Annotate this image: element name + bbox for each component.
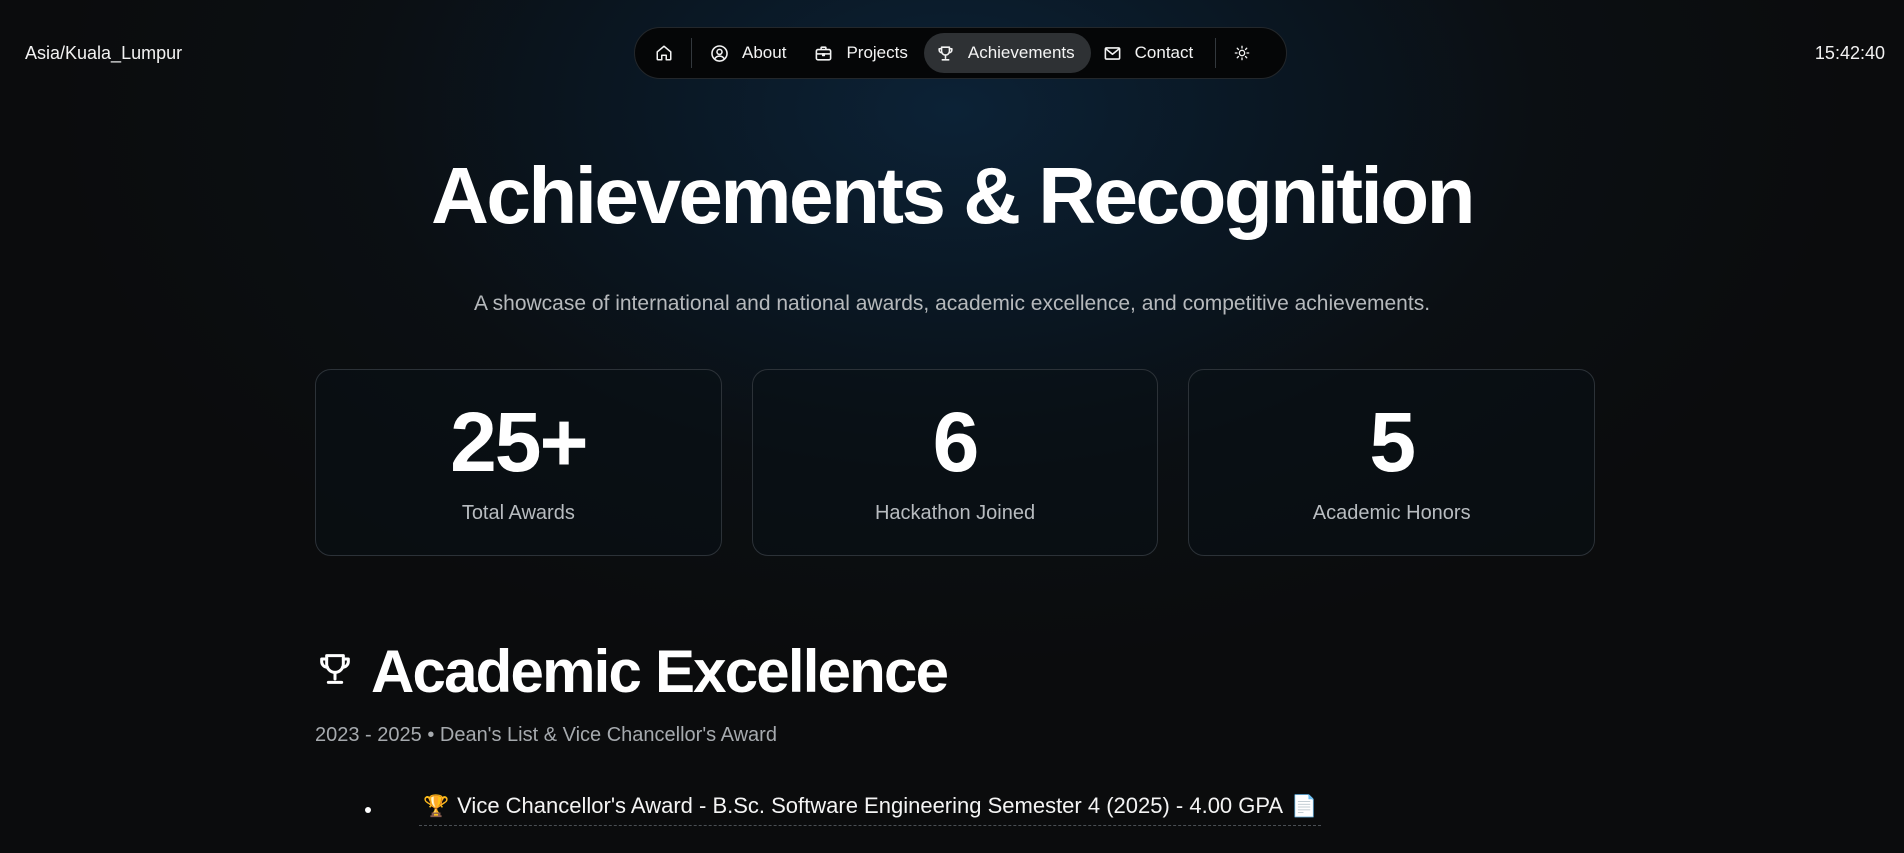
stat-card-hackathons: 6 Hackathon Joined (751, 369, 1159, 556)
stat-value: 6 (932, 395, 980, 489)
nav-item-about[interactable]: About (698, 33, 802, 73)
nav-item-projects[interactable]: Projects (802, 33, 923, 73)
award-list: 🏆 Vice Chancellor's Award - B.Sc. Softwa… (365, 791, 1322, 826)
briefcase-icon (814, 44, 833, 63)
nav-item-label: Contact (1134, 43, 1194, 62)
document-icon: 📄 (1291, 793, 1318, 818)
nav-item-label: Projects (846, 43, 908, 62)
section-heading: Academic Excellence (315, 637, 949, 706)
user-circle-icon (710, 44, 729, 63)
nav-item-contact[interactable]: Contact (1091, 33, 1210, 73)
sun-icon (1234, 45, 1250, 61)
section-title: Academic Excellence (371, 638, 949, 705)
list-item: 🏆 Vice Chancellor's Award - B.Sc. Softwa… (365, 791, 1322, 826)
nav-divider (1215, 38, 1217, 68)
award-link[interactable]: 🏆 Vice Chancellor's Award - B.Sc. Softwa… (419, 791, 1322, 826)
mail-icon (1103, 44, 1122, 63)
stat-card-total-awards: 25+ Total Awards (315, 369, 722, 556)
clock-label: 15:42:40 (1814, 43, 1885, 63)
stat-card-academic-honors: 5 Academic Honors (1188, 369, 1596, 556)
page-title: Achievements & Recognition (431, 151, 1475, 240)
stat-value: 25+ (450, 395, 588, 489)
theme-toggle-button[interactable] (1222, 33, 1262, 73)
stat-label: Hackathon Joined (874, 502, 1036, 524)
stat-value: 5 (1369, 395, 1416, 489)
trophy-icon (315, 649, 355, 694)
timezone-label: Asia/Kuala_Lumpur (25, 43, 183, 63)
page-subtitle: A showcase of international and national… (473, 292, 1431, 315)
nav-item-achievements[interactable]: Achievements (923, 33, 1091, 73)
trophy-icon (936, 44, 955, 63)
section-meta: 2023 - 2025 • Dean's List & Vice Chancel… (315, 724, 777, 746)
nav-divider (691, 38, 692, 68)
stat-label: Total Awards (461, 502, 575, 524)
top-navigation: About Projects Achievements Contact (634, 27, 1287, 79)
nav-item-label: Achievements (967, 43, 1075, 62)
nav-item-label: About (742, 43, 787, 62)
stats-row: 25+ Total Awards 6 Hackathon Joined 5 Ac… (315, 369, 1596, 556)
stat-label: Academic Honors (1312, 502, 1471, 524)
award-text: Vice Chancellor's Award - B.Sc. Software… (457, 793, 1284, 818)
bullet-icon (365, 807, 371, 813)
home-icon (655, 44, 673, 62)
nav-home-button[interactable] (643, 33, 685, 73)
trophy-emoji-icon: 🏆 (423, 793, 450, 818)
